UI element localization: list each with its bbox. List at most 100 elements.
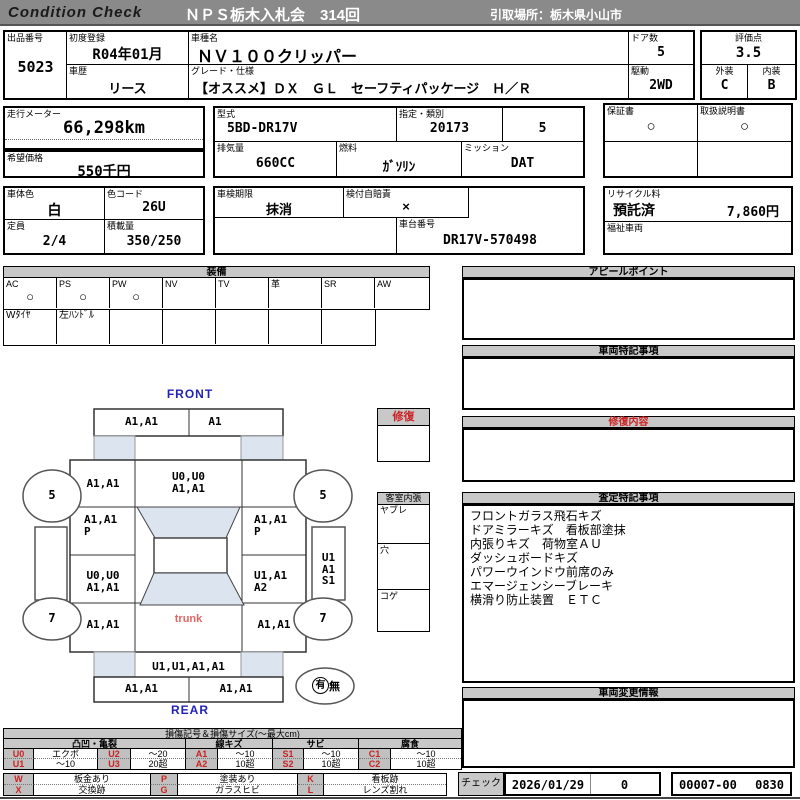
mark-right-quarter: U1,A1 A2 [254, 570, 287, 593]
color-code-label: 色コード [107, 189, 144, 199]
fuel-label: 燃料 [339, 143, 358, 153]
manual-cell: 取扱説明書 ○ [698, 105, 791, 142]
page-bottom-rule [0, 797, 800, 799]
assessment-line: 内張りキズ 荷物室ＡＵ [470, 537, 603, 551]
insurance-cell: 検付自賠責 × [344, 188, 469, 218]
inspection-value: 抹消 [265, 202, 292, 217]
lot-number-label: 出品番号 [7, 33, 44, 43]
auction-condition-sheet: Condition Check ＮＰＳ栃木入札会 314回 引取場所：栃木県小山… [0, 0, 800, 800]
legend-value: 10超 [304, 759, 359, 769]
score-value: 3.5 [735, 45, 762, 61]
odometer-value: 66,298km [63, 118, 145, 138]
warranty-label: 保証書 [607, 106, 635, 116]
model-code-label: 型式 [217, 109, 236, 119]
repair-code-table: W 板金あり P 塗装あり K 看板跡 X 交換跡 G ガラスヒビ L レンズ割… [3, 773, 447, 796]
inspection-box: 車検期限 抹消 検付自賠責 × 車台番号 DR17V-570498 [213, 186, 585, 255]
legend-title: 損傷記号＆損傷サイズ(～最大cm) [4, 729, 461, 739]
legend-group-scratch: 線キズ [186, 739, 273, 749]
cabin-item-burn-label: コゲ [380, 591, 399, 601]
doors-label: ドア数 [631, 33, 659, 43]
drive-value: 2WD [649, 78, 673, 93]
equip-cell-pw: PW ○ [110, 278, 163, 308]
equip-extra-label-1: Wﾀｲﾔ [6, 310, 31, 321]
mark-rear-gate: U1,U1,A1,A1 [152, 660, 225, 673]
cabin-item-tear: ヤブレ [378, 504, 429, 543]
equipment-table: 装備 AC ○ PS ○ PW ○ NV TV 革 SR AW Wﾀｲﾔ 左ﾊﾝ… [3, 266, 430, 346]
mark-right-door: A1,A1 P [254, 514, 287, 537]
legend-code: C1 [359, 749, 391, 759]
vin-label: 車台番号 [399, 219, 436, 229]
mark-hood-line1: U0,U0 [171, 470, 206, 483]
exterior-cell: 外装 C [702, 65, 748, 98]
equip-cell-aw: AW [375, 278, 429, 308]
load-cell: 積載量 350/250 [105, 220, 203, 253]
repair-mark-box: 修復 [377, 408, 430, 462]
mark-rear-right: A1,A1 [257, 618, 291, 631]
front-right-corner-glass [240, 435, 284, 462]
change-info-header: 車両変更情報 [462, 687, 795, 699]
vin-empty-cell [215, 218, 397, 253]
welfare-label: 福祉車両 [607, 223, 644, 233]
check-code-box: 00007-00 0830 [671, 772, 792, 796]
history-cell: 車歴 リース [67, 65, 189, 98]
equipment-row1: AC ○ PS ○ PW ○ NV TV 革 SR AW [3, 278, 430, 310]
cabin-item-burn: コゲ [378, 589, 429, 631]
legend-code: A2 [186, 759, 218, 769]
repair-detail-header: 修復内容 [462, 416, 795, 428]
equip-cell-nv: NV [163, 278, 216, 308]
lot-number-cell: 出品番号 5023 [5, 32, 67, 98]
doors-value: 5 [657, 45, 665, 60]
mark-rear-bumper-right: A1,A1 [219, 682, 253, 695]
legend-value: エクボ [34, 749, 98, 759]
equip-extra-7 [322, 310, 375, 344]
appeal-header: アピールポイント [462, 266, 795, 278]
load-value: 350/250 [126, 234, 182, 249]
capacity-cell: 定員 2/4 [5, 220, 105, 253]
warranty-empty-cell [605, 142, 698, 176]
logo: Condition Check [8, 4, 143, 21]
welfare-cell: 福祉車両 [605, 222, 791, 253]
equip-label-leather: 革 [271, 279, 281, 289]
header-bar: Condition Check ＮＰＳ栃木入札会 314回 引取場所：栃木県小山… [0, 0, 800, 26]
equip-cell-tv: TV [216, 278, 269, 308]
inspection-label: 車検期限 [217, 189, 254, 199]
insurance-value: × [402, 199, 410, 214]
spare-no: 無 [329, 680, 340, 693]
legend-code: U2 [98, 749, 131, 759]
color-box: 車体色 白 色コード 26U 定員 2/4 積載量 350/250 [3, 186, 205, 255]
grade-cell: グレード・仕様 【オススメ】ＤＸ ＧＬ セーフティパッケージ Ｈ／Ｒ [189, 65, 629, 98]
left-side-panel-shape [34, 526, 68, 601]
fuel-value: ｶﾞｿﾘﾝ [382, 159, 416, 174]
displacement-value: 660CC [255, 156, 296, 171]
front-left-wheel-count: 5 [48, 488, 56, 502]
class-cell: 指定・類別 20173 5 [397, 108, 583, 142]
fuel-cell: 燃料 ｶﾞｿﾘﾝ [337, 142, 462, 176]
odometer-dotted-line [5, 139, 203, 140]
repair-mark-title: 修復 [378, 409, 429, 426]
rear-right-corner-glass [240, 651, 284, 678]
spare-tire-mark: 有無 [303, 677, 349, 695]
mark-right-quarter-line2: A2 [254, 580, 268, 594]
model-name-cell: 車種名 ＮＶ１００クリッパー [189, 32, 629, 66]
mark-left-quarter: U0,U0 A1,A1 [71, 570, 135, 593]
capacity-value: 2/4 [42, 234, 67, 249]
grade-label: グレード・仕様 [191, 66, 255, 76]
rear-left-corner-glass [93, 651, 136, 678]
manual-value: ○ [739, 118, 750, 135]
equip-cell-sr: SR [322, 278, 375, 308]
equip-value-ac: ○ [26, 289, 34, 304]
auction-title: ＮＰＳ栃木入札会 314回 [185, 7, 361, 24]
displacement-label: 排気量 [217, 143, 245, 153]
legend-value: ～10 [391, 749, 461, 759]
mark-left-door-line1: A1,A1 [84, 513, 118, 526]
appeal-content [462, 278, 795, 340]
warranty-box: 保証書 ○ 取扱説明書 ○ [603, 103, 793, 178]
first-reg-label: 初度登録 [69, 33, 106, 43]
legend-value: ～20 [131, 749, 186, 759]
equip-extra-4 [163, 310, 216, 344]
recycle-cell: リサイクル料 預託済 7,860円 [605, 188, 791, 222]
equip-value-ps: ○ [79, 289, 87, 304]
roof-shape [153, 537, 228, 574]
displacement-cell: 排気量 660CC [215, 142, 337, 176]
assessment-line: ドアミラーキズ 看板部塗抹 [470, 523, 626, 537]
